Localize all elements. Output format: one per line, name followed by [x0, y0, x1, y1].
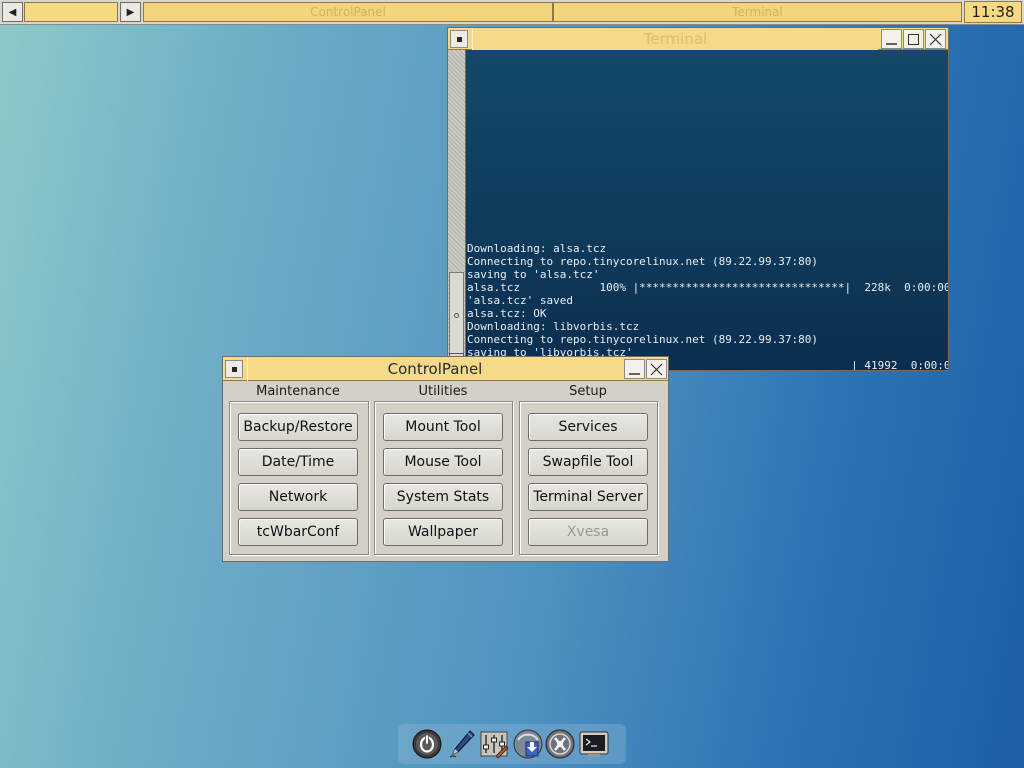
- terminal-line: Downloading: alsa.tcz: [467, 242, 607, 255]
- terminal-output[interactable]: Downloading: alsa.tcz Connecting to repo.…: [466, 50, 948, 370]
- terminal-line: 'alsa.tcz' saved: [467, 294, 573, 307]
- date-time-button[interactable]: Date/Time: [238, 448, 358, 476]
- menu-icon: [231, 366, 237, 372]
- pager-right-arrow[interactable]: ▶: [120, 2, 141, 22]
- terminal-titlebar[interactable]: Terminal: [448, 28, 948, 50]
- run-icon[interactable]: [544, 728, 576, 760]
- terminal-line: alsa.tcz: OK: [467, 307, 547, 320]
- maximize-button[interactable]: [903, 29, 924, 49]
- workspace-pager[interactable]: [24, 2, 118, 22]
- scrollbar-thumb[interactable]: [449, 272, 464, 358]
- terminal-line: saving to 'alsa.tcz': [467, 268, 600, 281]
- terminal-icon[interactable]: [578, 728, 610, 760]
- maintenance-group: Backup/Restore Date/Time Network tcWbarC…: [229, 401, 369, 555]
- close-icon: [650, 363, 663, 375]
- utilities-group: Mount Tool Mouse Tool System Stats Wallp…: [374, 401, 513, 555]
- pager-left-arrow[interactable]: ◀: [2, 2, 23, 22]
- terminal-line: Downloading: libvorbis.tcz: [467, 320, 640, 333]
- window-menu-button[interactable]: [225, 360, 243, 378]
- xvesa-button: Xvesa: [528, 518, 648, 546]
- swapfile-tool-button[interactable]: Swapfile Tool: [528, 448, 648, 476]
- setup-heading: Setup: [569, 384, 607, 399]
- wbar-dock: [398, 724, 626, 764]
- terminal-line: Connecting to repo.tinycorelinux.net (89…: [467, 255, 818, 268]
- terminal-scrollbar[interactable]: ▲: [448, 50, 466, 370]
- menu-icon: [456, 36, 462, 42]
- mouse-tool-button[interactable]: Mouse Tool: [383, 448, 503, 476]
- system-stats-button[interactable]: System Stats: [383, 483, 503, 511]
- close-button[interactable]: [646, 359, 667, 379]
- services-button[interactable]: Services: [528, 413, 648, 441]
- clock: 11:38: [964, 1, 1022, 23]
- controlpanel-window: ControlPanel Maintenance Utilities Setup…: [222, 356, 669, 562]
- close-button[interactable]: [925, 29, 946, 49]
- taskbar: ◀ ▶ ControlPanel Terminal 11:38: [0, 0, 1024, 25]
- network-button[interactable]: Network: [238, 483, 358, 511]
- task-controlpanel[interactable]: ControlPanel: [143, 2, 553, 22]
- apps-icon[interactable]: [512, 728, 544, 760]
- wallpaper-button[interactable]: Wallpaper: [383, 518, 503, 546]
- controlpanel-title: ControlPanel: [247, 357, 622, 381]
- minimize-icon: [886, 42, 897, 45]
- maintenance-heading: Maintenance: [256, 384, 340, 399]
- terminal-lines: Downloading: alsa.tcz Connecting to repo.…: [467, 242, 948, 370]
- terminal-line: Connecting to repo.tinycorelinux.net (89…: [467, 333, 818, 346]
- task-terminal[interactable]: Terminal: [553, 2, 962, 22]
- minimize-button[interactable]: [624, 359, 645, 379]
- backup-restore-button[interactable]: Backup/Restore: [238, 413, 358, 441]
- terminal-line: alsa.tcz 100% |*************************…: [467, 281, 948, 294]
- terminal-title: Terminal: [472, 28, 878, 50]
- utilities-heading: Utilities: [418, 384, 468, 399]
- power-icon[interactable]: [411, 728, 443, 760]
- editor-icon[interactable]: [446, 728, 478, 760]
- window-menu-button[interactable]: [450, 30, 468, 48]
- control-panel-icon[interactable]: [478, 728, 510, 760]
- maximize-icon: [908, 33, 919, 45]
- terminal-window: Terminal ▲ Downloading: alsa.tczConnecti…: [447, 27, 949, 371]
- setup-group: Services Swapfile Tool Terminal Server X…: [519, 401, 658, 555]
- mount-tool-button[interactable]: Mount Tool: [383, 413, 503, 441]
- minimize-icon: [629, 372, 640, 375]
- tcwbarconf-button[interactable]: tcWbarConf: [238, 518, 358, 546]
- close-icon: [929, 33, 942, 45]
- controlpanel-titlebar[interactable]: ControlPanel: [223, 357, 668, 381]
- minimize-button[interactable]: [881, 29, 902, 49]
- terminal-server-button[interactable]: Terminal Server: [528, 483, 648, 511]
